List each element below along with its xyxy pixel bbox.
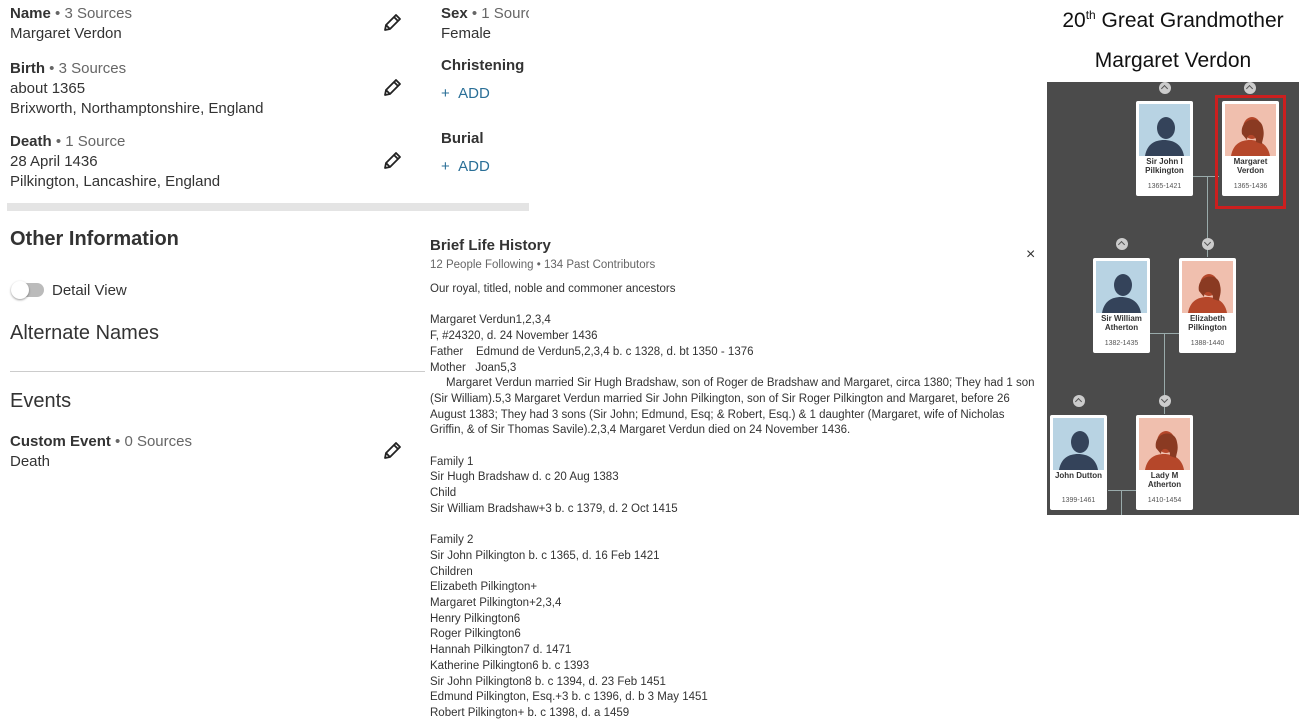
alternate-names-heading: Alternate Names [10,322,159,344]
couple-connector [1108,490,1136,491]
death-date: 28 April 1436 [10,153,98,170]
brief-life-history-subtitle: 12 People Following • 134 Past Contribut… [430,259,656,271]
events-heading: Events [10,390,72,412]
person-name: Margaret Verdon [1233,157,1268,175]
generation-caption: 20th Great Grandmother [1062,8,1284,32]
descent-connector [1121,491,1122,515]
expand-parents-chevron-icon[interactable] [1116,238,1128,250]
expand-parents-chevron-icon[interactable] [1159,82,1171,94]
person-card[interactable]: John Dutton 1399-1461 [1050,415,1107,510]
person-dates: 1399-1461 [1061,497,1096,504]
person-name: Sir John I Pilkington [1145,157,1184,175]
person-card[interactable]: Sir John I Pilkington 1365-1421 [1136,101,1193,196]
edit-death-pencil-icon[interactable] [381,150,403,172]
male-avatar-icon [1053,418,1104,470]
expand-parents-chevron-icon[interactable] [1073,395,1085,407]
person-dates: 1388-1440 [1190,340,1225,347]
brief-life-history-text: Our royal, titled, noble and commoner an… [430,283,1035,719]
edit-name-pencil-icon[interactable] [381,12,403,34]
death-label: Death • 1 Source [10,133,126,150]
custom-event-value: Death [10,453,51,470]
person-name: Elizabeth Pilkington [1188,314,1227,332]
person-card[interactable]: Margaret Verdon 1365-1436 [1222,101,1279,196]
name-label: Name • 3 Sources [10,5,132,22]
person-dates: 1365-1436 [1233,183,1268,190]
christening-label: Christening [441,57,525,74]
caption-person-name: Margaret Verdon [1094,49,1252,72]
collapse-children-chevron-icon[interactable] [1202,238,1214,250]
edit-custom-event-pencil-icon[interactable] [381,440,403,462]
male-avatar-icon [1139,104,1190,156]
collapse-children-chevron-icon[interactable] [1159,395,1171,407]
person-card[interactable]: Elizabeth Pilkington 1388-1440 [1179,258,1236,353]
pedigree-tree: Sir John I Pilkington 1365-1421 Margaret V… [1047,82,1299,515]
person-name: Lady M Atherton [1147,471,1182,489]
person-name: John Dutton [1054,471,1103,480]
name-value: Margaret Verdon [10,25,122,42]
sex-value: Female [441,25,492,42]
birth-date: about 1365 [10,80,86,97]
birth-label: Birth • 3 Sources [10,60,127,77]
plus-icon: + [441,85,450,102]
close-icon[interactable]: × [1026,246,1035,264]
death-place: Pilkington, Lancashire, England [10,173,221,190]
person-dates: 1382-1435 [1104,340,1139,347]
male-avatar-icon [1096,261,1147,313]
sex-label: Sex • 1 Sourc [441,5,529,22]
female-avatar-icon [1182,261,1233,313]
add-christening-button[interactable]: + ADD [441,85,490,102]
detail-view-toggle[interactable] [11,281,44,299]
brief-life-history-panel: Brief Life History 12 People Following •… [425,228,1045,727]
edit-birth-pencil-icon[interactable] [381,77,403,99]
female-avatar-icon [1139,418,1190,470]
custom-event-label: Custom Event • 0 Sources [10,433,192,450]
section-divider [7,203,529,211]
add-burial-button[interactable]: + ADD [441,158,490,175]
person-name: Sir William Atherton [1101,314,1142,332]
person-dates: 1365-1421 [1147,183,1182,190]
detail-view-label: Detail View [52,282,127,299]
female-avatar-icon [1225,104,1276,156]
person-card[interactable]: Sir William Atherton 1382-1435 [1093,258,1150,353]
plus-icon: + [441,158,450,175]
divider [10,371,425,372]
brief-life-history-title: Brief Life History [430,237,551,254]
person-card[interactable]: Lady M Atherton 1410-1454 [1136,415,1193,510]
birth-place: Brixworth, Northamptonshire, England [10,100,264,117]
other-information-heading: Other Information [10,228,179,250]
expand-parents-chevron-icon[interactable] [1244,82,1256,94]
person-dates: 1410-1454 [1147,497,1182,504]
burial-label: Burial [441,130,484,147]
